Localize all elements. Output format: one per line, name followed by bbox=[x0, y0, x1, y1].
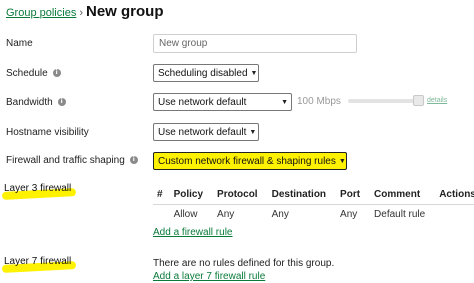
column-header: Port bbox=[333, 185, 368, 205]
schedule-label-text: Schedule bbox=[6, 67, 48, 79]
table-row: Allow Any Any Any Default rule bbox=[153, 204, 474, 224]
name-input-value: New group bbox=[159, 38, 208, 49]
table-cell bbox=[153, 204, 167, 224]
layer3-firewall-label: Layer 3 firewall bbox=[4, 183, 72, 194]
breadcrumb: Group policies › New group bbox=[6, 3, 164, 20]
table-header-row: # Policy Protocol Destination Port Comme… bbox=[153, 185, 474, 205]
schedule-label: Schedule i bbox=[6, 66, 61, 80]
table-cell: Any bbox=[271, 208, 289, 220]
schedule-select[interactable]: Scheduling disabled ▼ bbox=[153, 64, 259, 82]
table-cell: Any bbox=[340, 208, 358, 220]
bandwidth-limit-text: 100 Mbps bbox=[297, 96, 341, 107]
info-icon[interactable]: i bbox=[57, 98, 66, 106]
schedule-select-value: Scheduling disabled bbox=[158, 67, 248, 79]
name-label: Name bbox=[6, 36, 33, 50]
chevron-down-icon: ▼ bbox=[281, 98, 288, 106]
firewall-shaping-label: Firewall and traffic shaping i bbox=[6, 153, 138, 167]
hostname-visibility-select-value: Use network default bbox=[158, 126, 247, 138]
name-input[interactable]: New group bbox=[153, 34, 357, 53]
table-cell bbox=[432, 204, 474, 224]
bandwidth-details-link[interactable]: details bbox=[427, 97, 447, 104]
firewall-shaping-select-value: Custom network firewall & shaping rules bbox=[158, 155, 336, 167]
info-icon[interactable]: i bbox=[129, 156, 138, 164]
layer7-firewall-label: Layer 7 firewall bbox=[4, 256, 72, 267]
hostname-visibility-label-text: Hostname visibility bbox=[6, 126, 89, 138]
table-cell: Allow bbox=[173, 208, 198, 220]
column-header: Comment bbox=[367, 185, 433, 205]
add-layer7-rule-link[interactable]: Add a layer 7 firewall rule bbox=[153, 271, 265, 282]
layer3-rules-table: # Policy Protocol Destination Port Comme… bbox=[153, 185, 474, 224]
bandwidth-label: Bandwidth i bbox=[6, 95, 66, 109]
hostname-visibility-select[interactable]: Use network default ▼ bbox=[153, 123, 259, 141]
bandwidth-slider-track[interactable] bbox=[348, 99, 420, 103]
hostname-visibility-label: Hostname visibility bbox=[6, 125, 89, 139]
info-icon[interactable]: i bbox=[52, 69, 61, 77]
column-header: Actions bbox=[432, 185, 474, 205]
firewall-shaping-label-text: Firewall and traffic shaping bbox=[6, 154, 125, 166]
bandwidth-label-text: Bandwidth bbox=[6, 96, 53, 108]
chevron-down-icon: ▼ bbox=[250, 69, 258, 77]
breadcrumb-link-group-policies[interactable]: Group policies bbox=[6, 7, 76, 19]
chevron-down-icon: ▼ bbox=[338, 157, 346, 165]
chevron-down-icon: ▼ bbox=[249, 128, 257, 136]
bandwidth-select[interactable]: Use network default ▼ bbox=[153, 93, 292, 111]
bandwidth-slider-handle[interactable] bbox=[413, 95, 424, 106]
page-title: New group bbox=[86, 3, 164, 20]
column-header: # bbox=[153, 185, 167, 205]
column-header: Policy bbox=[166, 185, 211, 205]
column-header: Protocol bbox=[210, 185, 265, 205]
breadcrumb-separator: › bbox=[79, 7, 83, 19]
layer7-empty-message: There are no rules defined for this grou… bbox=[153, 258, 335, 269]
add-firewall-rule-link[interactable]: Add a firewall rule bbox=[153, 227, 232, 238]
firewall-shaping-select[interactable]: Custom network firewall & shaping rules … bbox=[153, 152, 347, 170]
table-cell: Default rule bbox=[374, 208, 426, 220]
column-header: Destination bbox=[264, 185, 334, 205]
bandwidth-select-value: Use network default bbox=[158, 96, 247, 108]
table-cell: Any bbox=[217, 208, 235, 220]
name-label-text: Name bbox=[6, 37, 33, 49]
